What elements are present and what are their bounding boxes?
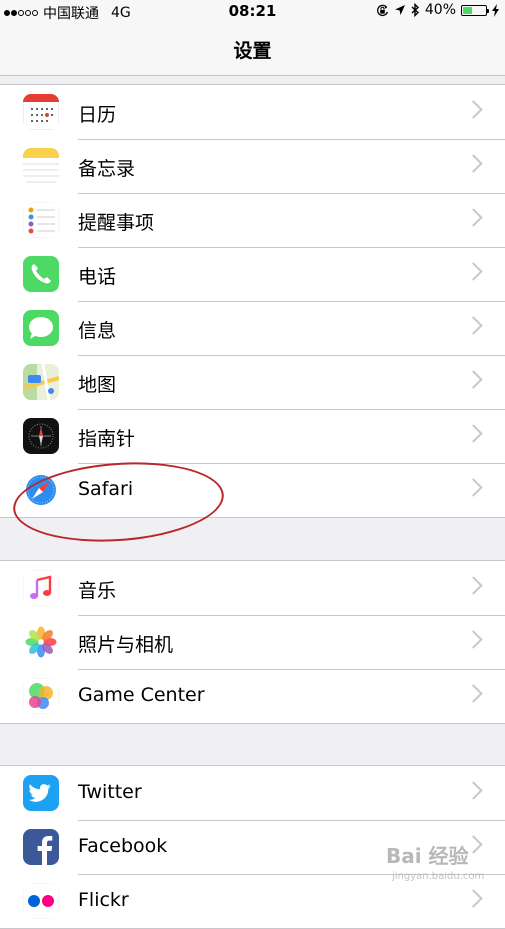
settings-row-flickr[interactable]: Flickr xyxy=(0,874,505,928)
settings-row-photos-camera[interactable]: 照片与相机 xyxy=(0,615,505,669)
bluetooth-icon xyxy=(411,3,419,17)
music-icon xyxy=(23,570,59,606)
settings-row-messages[interactable]: 信息 xyxy=(0,301,505,355)
settings-row-maps[interactable]: 地图 xyxy=(0,355,505,409)
chevron-right-icon xyxy=(464,576,483,595)
chevron-right-icon xyxy=(464,424,483,443)
flickr-icon xyxy=(23,883,59,919)
settings-row-label: 地图 xyxy=(78,374,117,396)
messages-icon xyxy=(23,310,59,346)
settings-row-label: 音乐 xyxy=(78,580,117,602)
battery-percent: 40% xyxy=(424,2,456,18)
settings-row-label: 日历 xyxy=(78,104,117,126)
settings-group-apps: 日历 备忘录 提醒事项 电话 信息 地图 指南针 Safari xyxy=(0,84,505,518)
settings-row-label: 指南针 xyxy=(78,428,136,450)
phone-icon xyxy=(23,256,59,292)
page-title: 设置 xyxy=(233,40,272,62)
watermark-url: jingyan.baidu.com xyxy=(392,871,485,882)
game-center-icon xyxy=(23,678,59,714)
settings-row-game-center[interactable]: Game Center xyxy=(0,669,505,723)
settings-row-label: 提醒事项 xyxy=(78,212,155,234)
settings-row-label: 信息 xyxy=(78,320,117,342)
settings-row-compass[interactable]: 指南针 xyxy=(0,409,505,463)
chevron-right-icon xyxy=(464,684,483,703)
settings-row-label: Twitter xyxy=(78,781,142,803)
chevron-right-icon xyxy=(464,154,483,173)
charging-bolt-icon xyxy=(492,3,499,17)
settings-group-media: 音乐 照片与相机 Game Center xyxy=(0,560,505,724)
chevron-right-icon xyxy=(464,100,483,119)
maps-icon xyxy=(23,364,59,400)
photos-icon xyxy=(23,624,59,660)
chevron-right-icon xyxy=(464,262,483,281)
reminders-icon xyxy=(23,202,59,238)
twitter-icon xyxy=(23,775,59,811)
compass-icon xyxy=(23,418,59,454)
chevron-right-icon xyxy=(464,478,483,497)
settings-row-label: 备忘录 xyxy=(78,158,136,180)
settings-row-notes[interactable]: 备忘录 xyxy=(0,139,505,193)
settings-row-reminders[interactable]: 提醒事项 xyxy=(0,193,505,247)
location-arrow-icon xyxy=(394,5,405,15)
settings-row-label: Facebook xyxy=(78,835,168,857)
settings-row-label: 照片与相机 xyxy=(78,634,174,656)
navigation-bar: 设置 xyxy=(0,22,505,76)
facebook-icon xyxy=(23,829,59,865)
status-right: 40% xyxy=(376,2,499,18)
orientation-lock-icon xyxy=(376,4,388,16)
settings-row-label: Flickr xyxy=(78,889,129,911)
settings-row-label: 电话 xyxy=(78,266,117,288)
chevron-right-icon xyxy=(464,316,483,335)
chevron-right-icon xyxy=(464,630,483,649)
chevron-right-icon xyxy=(464,781,483,800)
notes-icon xyxy=(23,148,59,184)
baidu-jingyan-watermark: Bai 经验 xyxy=(386,844,469,868)
settings-row-twitter[interactable]: Twitter xyxy=(0,766,505,820)
battery-level-fill xyxy=(463,6,472,14)
status-bar: 中国联通 4G 08:21 40% xyxy=(0,0,505,22)
battery-icon xyxy=(461,4,489,16)
settings-row-label: Game Center xyxy=(78,684,205,706)
chevron-right-icon xyxy=(464,208,483,227)
settings-row-music[interactable]: 音乐 xyxy=(0,561,505,615)
settings-row-phone[interactable]: 电话 xyxy=(0,247,505,301)
settings-row-calendar[interactable]: 日历 xyxy=(0,85,505,139)
chevron-right-icon xyxy=(464,889,483,908)
calendar-icon xyxy=(23,94,59,130)
chevron-right-icon xyxy=(464,370,483,389)
